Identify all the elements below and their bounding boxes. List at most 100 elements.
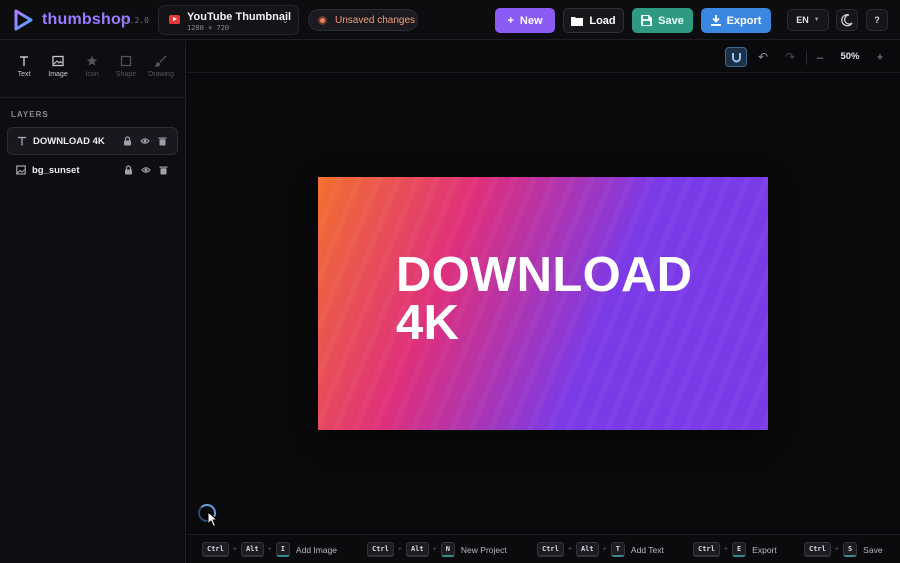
- zoom-in-button[interactable]: +: [869, 47, 891, 67]
- redo-button[interactable]: ↷: [779, 47, 801, 67]
- status-dot-icon: [318, 16, 327, 25]
- plus-icon: +: [507, 14, 514, 27]
- key-ctrl: Ctrl: [537, 542, 564, 557]
- lock-icon[interactable]: [124, 165, 133, 175]
- key-ctrl: Ctrl: [202, 542, 229, 557]
- toolbar-divider: [806, 51, 807, 65]
- help-icon: ?: [874, 15, 880, 25]
- plus-separator: +: [834, 546, 839, 553]
- plus-separator: +: [602, 546, 607, 553]
- shortcut-label: Add Image: [295, 544, 338, 555]
- shortcut-export: Ctrl + E Export: [693, 542, 777, 557]
- key-ctrl: Ctrl: [367, 542, 394, 557]
- layer-item[interactable]: bg_sunset: [7, 157, 178, 185]
- unsaved-status-badge: Unsaved changes: [308, 9, 418, 31]
- key-s: S: [842, 542, 858, 557]
- undo-icon: ↶: [757, 50, 769, 64]
- plus-separator: +: [723, 546, 728, 553]
- project-dimensions: 1280 × 720: [187, 24, 230, 32]
- eye-icon[interactable]: [140, 136, 150, 146]
- plus-icon: +: [876, 50, 884, 64]
- chevron-down-icon: ⌄: [281, 15, 289, 25]
- shortcut-label: Export: [752, 544, 777, 555]
- key-e: E: [731, 542, 747, 557]
- key-i: I: [275, 542, 290, 557]
- export-button-label: Export: [726, 14, 762, 27]
- tool-drawing[interactable]: Drawing: [146, 55, 176, 78]
- zoom-out-button[interactable]: –: [809, 47, 831, 67]
- shortcut-new-project: Ctrl + Alt + N New Project: [367, 542, 507, 557]
- folder-icon: [571, 16, 584, 26]
- magnet-icon: [731, 52, 741, 62]
- image-layer-icon: [16, 165, 26, 175]
- layer-name: bg_sunset: [32, 165, 80, 176]
- thumbshop-logo-icon[interactable]: [12, 9, 34, 31]
- save-button-label: Save: [658, 14, 684, 27]
- key-ctrl: Ctrl: [804, 542, 831, 557]
- square-icon: [120, 55, 132, 67]
- new-button[interactable]: + New: [495, 8, 555, 33]
- text-layer-icon: [18, 136, 26, 146]
- tool-palette: Text Image Icon Shape Drawing: [0, 41, 186, 98]
- key-t: T: [610, 542, 625, 557]
- trash-icon[interactable]: [158, 136, 167, 146]
- floppy-disk-icon: [641, 15, 653, 26]
- new-button-label: New: [519, 14, 543, 27]
- help-button[interactable]: ?: [866, 9, 888, 31]
- load-button[interactable]: Load: [563, 8, 624, 33]
- lock-icon[interactable]: [123, 136, 132, 146]
- brush-icon: [155, 55, 167, 67]
- keyboard-shortcuts-bar: Ctrl + Alt + I Add Image Ctrl + Alt + N …: [187, 534, 900, 563]
- key-ctrl: Ctrl: [693, 542, 720, 557]
- unsaved-status-label: Unsaved changes: [335, 15, 416, 26]
- plus-separator: +: [567, 546, 572, 553]
- snap-toggle-button[interactable]: [725, 47, 747, 67]
- project-name: YouTube Thumbnail: [187, 11, 292, 23]
- download-icon: [710, 15, 721, 26]
- plus-separator: +: [232, 546, 237, 553]
- tool-drawing-label: Drawing: [148, 71, 174, 78]
- save-button[interactable]: Save: [632, 8, 693, 33]
- shortcut-label: Add Text: [630, 544, 664, 555]
- key-alt: Alt: [240, 542, 264, 557]
- redo-icon: ↷: [784, 50, 796, 64]
- shortcut-save: Ctrl + S Save: [804, 542, 883, 557]
- layer-name: DOWNLOAD 4K: [33, 136, 105, 147]
- tool-icon-label: Icon: [85, 71, 99, 78]
- tool-icon[interactable]: Icon: [77, 55, 107, 78]
- canvas-toolbar: ↶ ↷ – 50% +: [187, 41, 900, 73]
- layers-heading: LAYERS: [11, 110, 49, 119]
- eye-icon[interactable]: [141, 165, 151, 175]
- key-alt: Alt: [575, 542, 599, 557]
- moon-icon: [841, 14, 853, 27]
- youtube-icon: [169, 15, 180, 24]
- shortcut-add-text: Ctrl + Alt + T Add Text: [537, 542, 664, 557]
- key-n: N: [440, 542, 455, 557]
- theme-toggle-button[interactable]: [836, 9, 858, 31]
- language-selector[interactable]: EN ▼: [787, 9, 829, 31]
- project-selector[interactable]: YouTube Thumbnail 1280 × 720 ⌄: [158, 5, 299, 35]
- plus-separator: +: [267, 546, 272, 553]
- text-icon: [20, 56, 28, 66]
- tool-text[interactable]: Text: [9, 55, 39, 78]
- tool-text-label: Text: [17, 71, 31, 78]
- export-button[interactable]: Export: [701, 8, 771, 33]
- download-4k-text-layer[interactable]: DOWNLOAD 4K: [396, 251, 736, 348]
- thumbnail-artboard[interactable]: DOWNLOAD 4K: [318, 177, 768, 430]
- key-alt: Alt: [405, 542, 429, 557]
- undo-button[interactable]: ↶: [752, 47, 774, 67]
- app-version: v1.2.0: [120, 16, 149, 25]
- shortcut-add-image: Ctrl + Alt + I Add Image: [202, 542, 337, 557]
- load-button-label: Load: [589, 14, 616, 27]
- tool-image[interactable]: Image: [43, 55, 73, 78]
- tool-image-label: Image: [48, 71, 68, 78]
- layer-actions: [124, 165, 168, 175]
- caret-down-icon: ▼: [813, 17, 820, 23]
- plus-separator: +: [397, 546, 402, 553]
- plus-separator: +: [432, 546, 437, 553]
- zoom-level: 50%: [840, 51, 860, 62]
- layer-item[interactable]: DOWNLOAD 4K: [7, 127, 178, 155]
- trash-icon[interactable]: [159, 165, 168, 175]
- tool-shape[interactable]: Shape: [111, 55, 141, 78]
- shortcut-label: Save: [863, 544, 883, 555]
